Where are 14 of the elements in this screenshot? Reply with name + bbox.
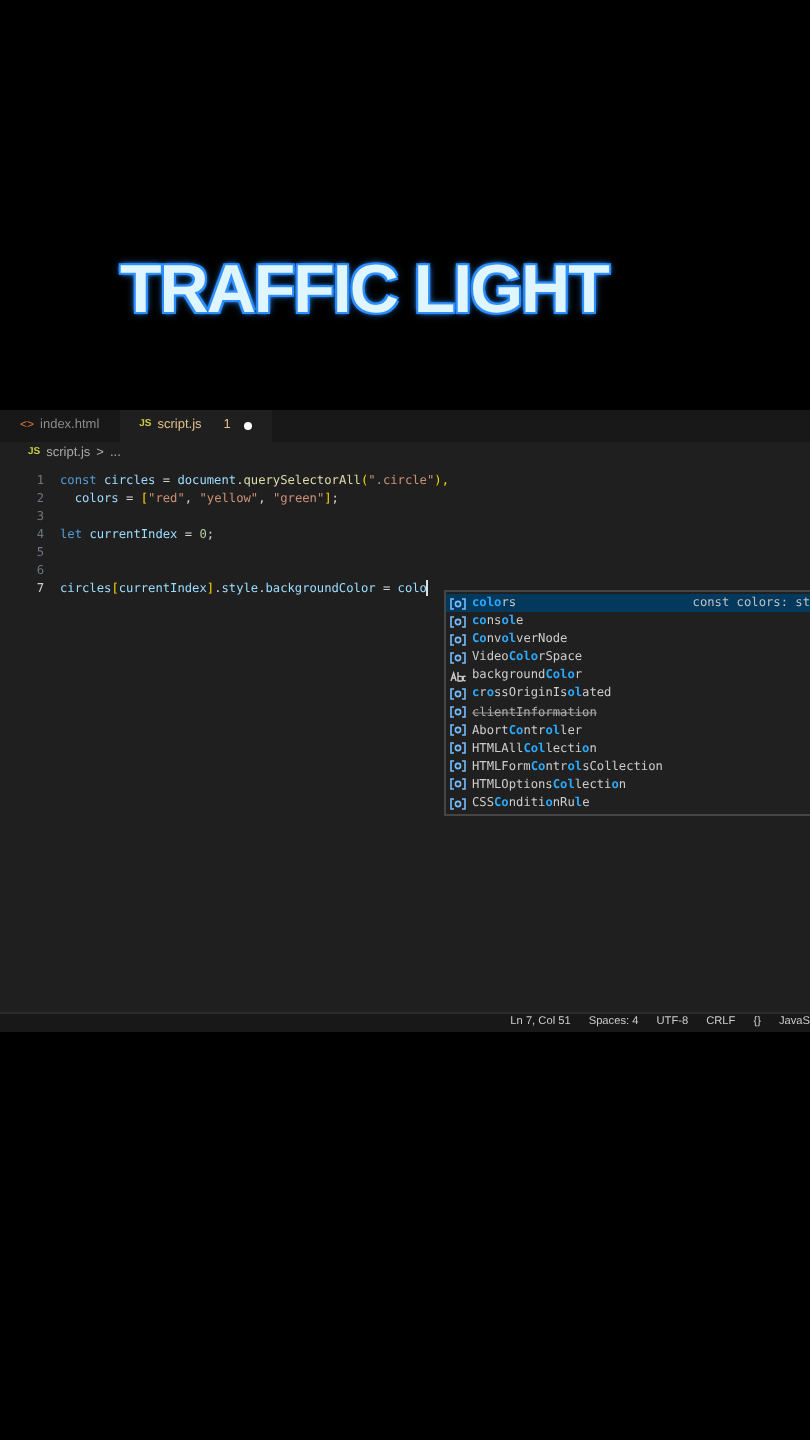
variable-icon xyxy=(450,778,466,791)
text-cursor xyxy=(426,580,429,596)
variable-icon xyxy=(450,724,466,737)
variable-icon xyxy=(450,688,466,701)
video-title: TRAFFIC LIGHT xyxy=(120,256,608,324)
variable-icon xyxy=(450,797,466,810)
variable-icon xyxy=(450,633,466,646)
variable-icon xyxy=(450,615,466,628)
text-icon xyxy=(450,669,466,682)
variable-icon xyxy=(450,597,466,610)
variable-icon xyxy=(450,742,466,755)
variable-icon xyxy=(450,651,466,664)
variable-icon xyxy=(450,706,466,719)
variable-icon xyxy=(450,760,466,773)
